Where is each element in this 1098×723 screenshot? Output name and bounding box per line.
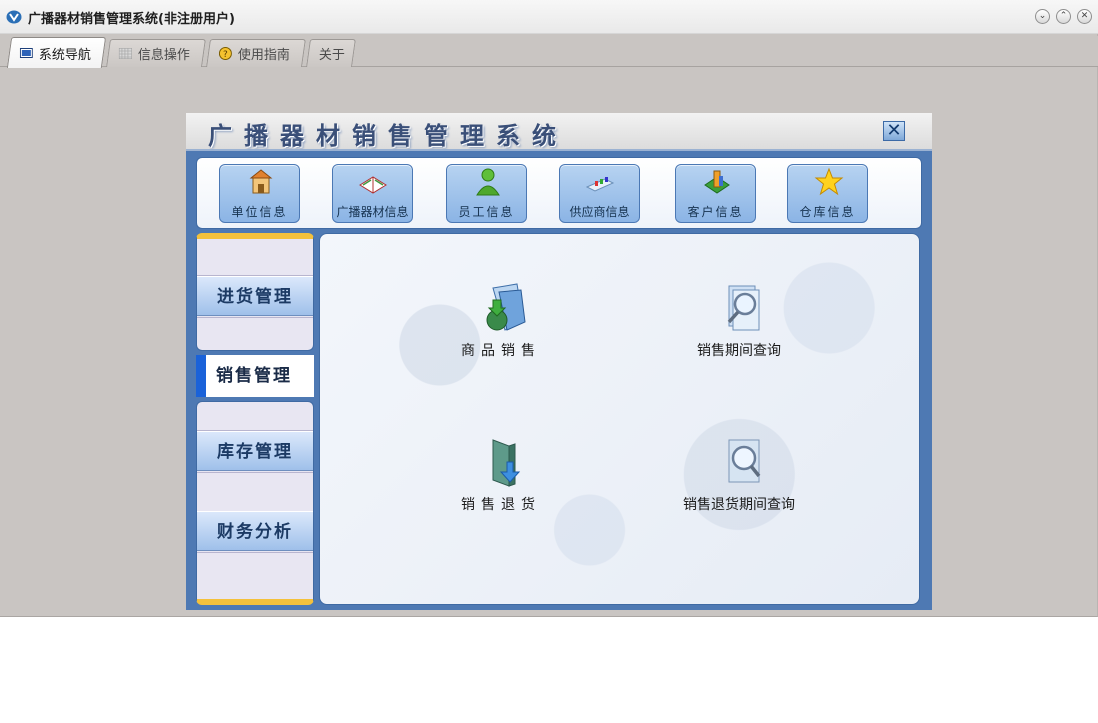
- toolbar-unit-info-button[interactable]: 单位信息: [219, 164, 300, 223]
- sales-icon: [486, 283, 526, 331]
- tab-system-nav[interactable]: 系统导航: [6, 37, 107, 68]
- function-label: 销售退货期间查询: [683, 497, 795, 513]
- nav-group-bottom: 库存管理 财务分析: [196, 401, 314, 605]
- function-sales-period-query[interactable]: 销售期间查询: [659, 282, 819, 382]
- nav-item-sales[interactable]: 销售管理: [196, 355, 314, 397]
- divider: [197, 552, 313, 553]
- toolbar-label: 员工信息: [458, 205, 515, 219]
- svg-text:?: ?: [223, 50, 228, 60]
- function-label: 销售退货: [461, 497, 541, 513]
- toolbar-customer-info-button[interactable]: 客户信息: [675, 164, 756, 223]
- divider: [197, 472, 313, 473]
- system-title: 广播器材销售管理系统: [208, 121, 568, 150]
- toolbar-label: 客户信息: [687, 205, 744, 219]
- toolbar-label: 单位信息: [231, 205, 288, 219]
- app-window: 广播器材销售管理系统(非注册用户) ⌄ ⌃ ✕ 系统导航 信息操作 ? 使用指南: [0, 0, 1098, 617]
- monitor-icon: [19, 47, 33, 58]
- toolbar-equipment-info-button[interactable]: 广播器材信息: [332, 164, 413, 223]
- divider: [197, 317, 313, 318]
- function-product-sales[interactable]: 商品销售: [421, 282, 581, 382]
- title-bar: 广播器材销售管理系统(非注册用户) ⌄ ⌃ ✕: [0, 0, 1098, 34]
- close-window-button[interactable]: ✕: [1077, 9, 1092, 24]
- module-sidebar: 进货管理 销售管理 库存管理 财务分析: [196, 233, 314, 605]
- tab-label: 关于: [318, 48, 345, 63]
- function-label: 商品销售: [461, 343, 541, 359]
- toolbar-warehouse-info-button[interactable]: 仓库信息: [787, 164, 868, 223]
- tab-user-guide[interactable]: ? 使用指南: [206, 39, 306, 67]
- supplier-icon: [585, 177, 615, 192]
- nav-group-top: 进货管理: [196, 233, 314, 351]
- tab-about[interactable]: 关于: [306, 39, 356, 67]
- toolbar-label: 广播器材信息: [336, 205, 409, 219]
- help-icon: ?: [218, 47, 232, 60]
- query-icon: [727, 285, 760, 331]
- person-icon: [476, 168, 500, 196]
- minimize-button[interactable]: ⌄: [1035, 9, 1050, 24]
- return-query-icon: [728, 439, 761, 483]
- nav-item-finance[interactable]: 财务分析: [197, 511, 313, 551]
- nav-item-purchase[interactable]: 进货管理: [197, 276, 313, 316]
- customer-icon: [704, 170, 730, 194]
- app-logo-icon: [6, 10, 22, 24]
- building-icon: [249, 169, 273, 194]
- tab-label: 使用指南: [237, 48, 290, 63]
- maximize-button[interactable]: ⌃: [1056, 9, 1071, 24]
- toolbar-staff-info-button[interactable]: 员工信息: [446, 164, 527, 223]
- tab-bar: 系统导航 信息操作 ? 使用指南 关于: [0, 36, 1098, 68]
- tab-label: 系统导航: [38, 47, 91, 63]
- info-toolbar: 单位信息 广播器材信息 员工信息 供应商信息 客户信息 仓库信息: [196, 157, 922, 229]
- function-label: 销售期间查询: [697, 343, 781, 359]
- function-sales-return[interactable]: 销售退货: [421, 436, 581, 536]
- function-return-period-query[interactable]: 销售退货期间查询: [659, 436, 819, 536]
- toolbar-label: 仓库信息: [799, 205, 856, 219]
- tab-info-operations[interactable]: 信息操作: [106, 39, 206, 67]
- return-icon: [492, 439, 521, 487]
- main-panel: 广播器材销售管理系统 ✕ 单位信息 广播器材信息 员工信息 供应商信息 客户信息…: [186, 113, 932, 610]
- panel-close-button[interactable]: ✕: [883, 121, 905, 141]
- nav-item-inventory[interactable]: 库存管理: [197, 431, 313, 471]
- book-icon: [359, 176, 387, 194]
- tab-label: 信息操作: [137, 48, 190, 63]
- star-icon: [814, 167, 844, 196]
- panel-header: 广播器材销售管理系统 ✕: [186, 113, 932, 151]
- toolbar-supplier-info-button[interactable]: 供应商信息: [559, 164, 640, 223]
- function-area: 商品销售 销售期间查询 销售退货 销售退货期间查询: [319, 233, 920, 605]
- toolbar-label: 供应商信息: [569, 205, 630, 219]
- grid-icon: [118, 48, 132, 59]
- window-title: 广播器材销售管理系统(非注册用户): [28, 12, 235, 27]
